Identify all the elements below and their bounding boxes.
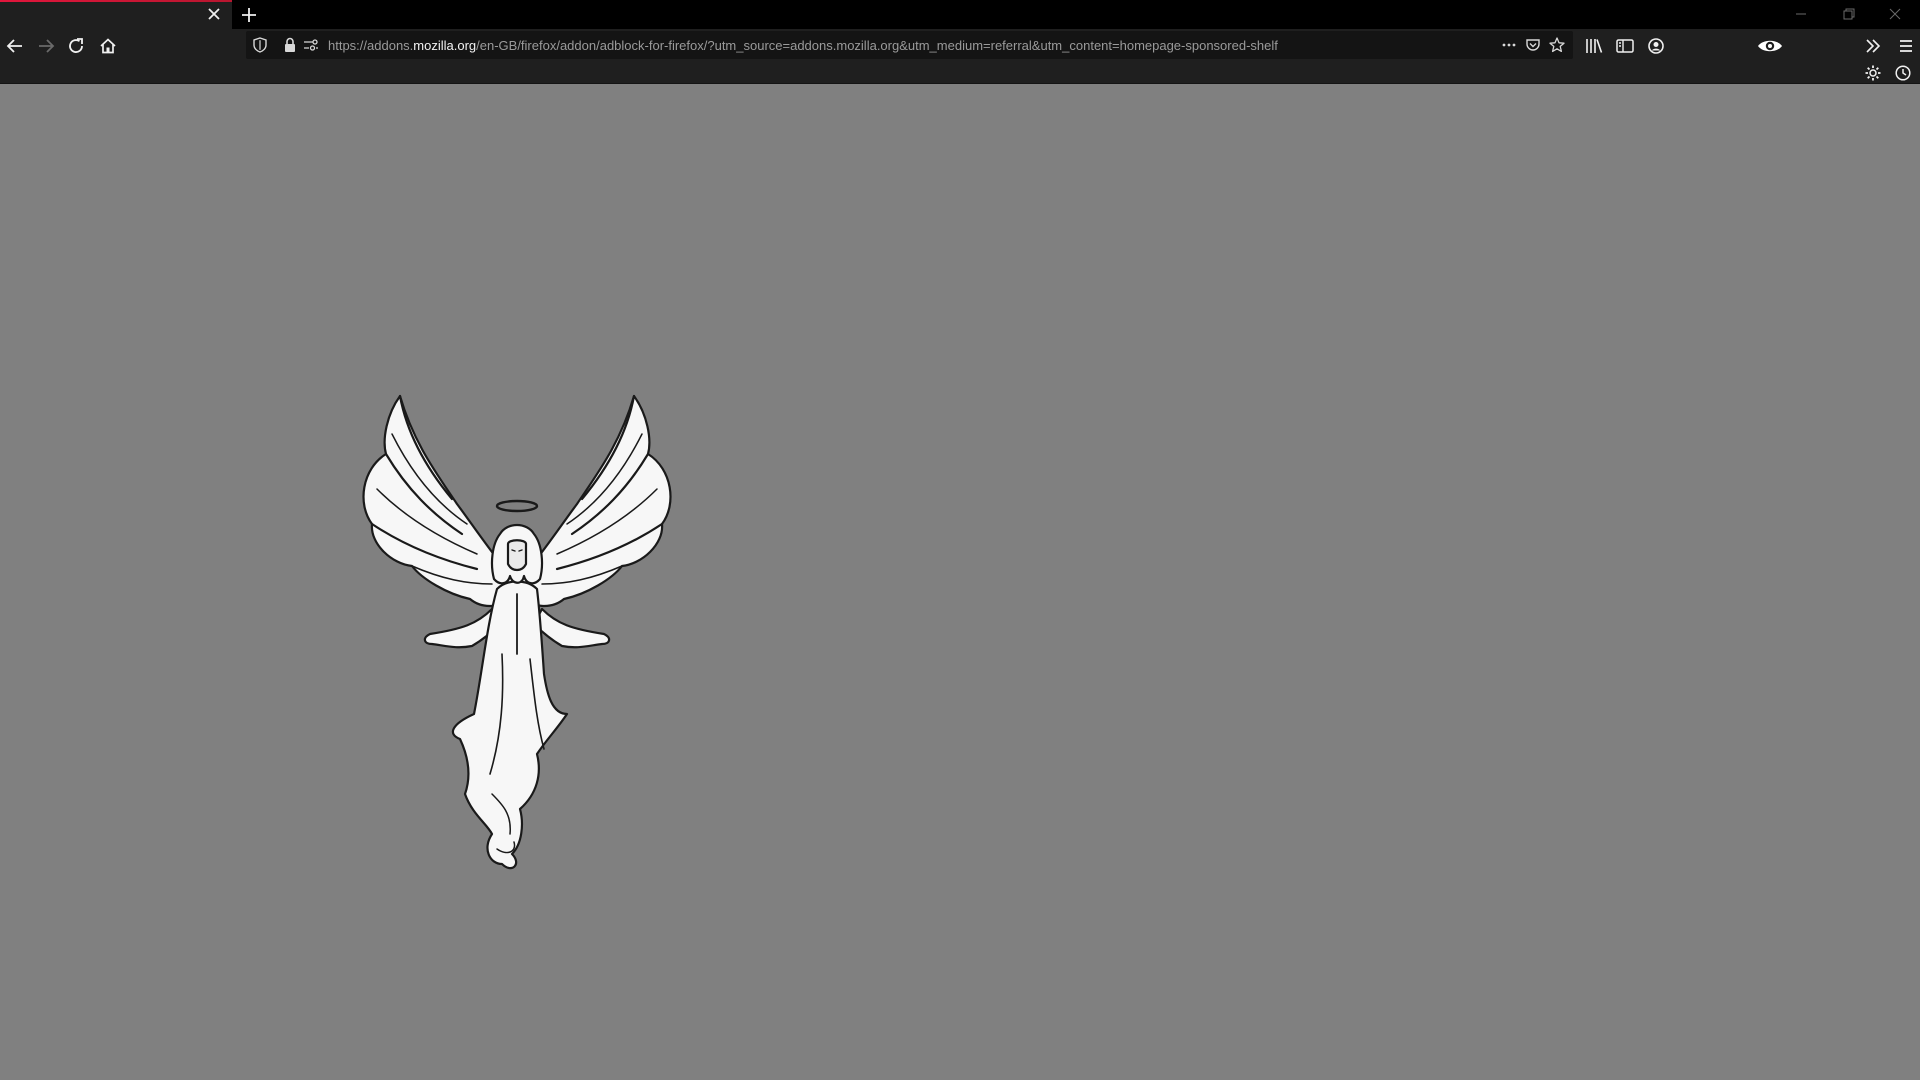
restore-icon[interactable] bbox=[1838, 4, 1860, 24]
close-icon[interactable] bbox=[204, 4, 224, 24]
bookmarks-toolbar bbox=[0, 62, 1920, 84]
minimize-icon[interactable] bbox=[1790, 4, 1812, 24]
active-tab[interactable] bbox=[0, 0, 232, 29]
library-icon[interactable] bbox=[1582, 34, 1606, 58]
back-arrow-icon[interactable] bbox=[2, 34, 28, 58]
home-icon[interactable] bbox=[95, 34, 121, 58]
tracking-protection-shield-icon[interactable] bbox=[251, 36, 269, 54]
page-content bbox=[0, 84, 1920, 1080]
angel-illustration bbox=[362, 394, 672, 870]
navigation-toolbar: https://addons.mozilla.org/en-GB/firefox… bbox=[0, 29, 1920, 62]
permissions-icon[interactable] bbox=[302, 36, 320, 54]
pocket-icon[interactable] bbox=[1524, 36, 1542, 54]
url-prefix: https://addons. bbox=[328, 38, 414, 53]
tab-strip bbox=[0, 0, 1920, 29]
url-path: /en-GB/firefox/addon/adblock-for-firefox… bbox=[476, 38, 1278, 53]
sidebar-icon[interactable] bbox=[1613, 34, 1637, 58]
lock-icon[interactable] bbox=[281, 36, 299, 54]
bookmark-star-icon[interactable] bbox=[1548, 36, 1566, 54]
active-tab-indicator bbox=[0, 0, 232, 2]
eye-extension-icon[interactable] bbox=[1755, 34, 1785, 58]
url-text[interactable]: https://addons.mozilla.org/en-GB/firefox… bbox=[328, 38, 1278, 53]
forward-arrow-icon[interactable] bbox=[33, 34, 59, 58]
hamburger-menu-icon[interactable] bbox=[1894, 34, 1918, 58]
window-close-icon[interactable] bbox=[1884, 4, 1906, 24]
gear-icon[interactable] bbox=[1863, 63, 1883, 83]
url-host: mozilla.org bbox=[413, 38, 477, 53]
address-bar[interactable]: https://addons.mozilla.org/en-GB/firefox… bbox=[246, 31, 1573, 59]
overflow-chevron-icon[interactable] bbox=[1861, 34, 1885, 58]
account-icon[interactable] bbox=[1644, 34, 1668, 58]
clock-icon[interactable] bbox=[1893, 63, 1913, 83]
new-tab-button[interactable] bbox=[237, 3, 261, 27]
reload-icon[interactable] bbox=[64, 34, 90, 58]
page-actions-more-icon[interactable] bbox=[1500, 36, 1518, 54]
